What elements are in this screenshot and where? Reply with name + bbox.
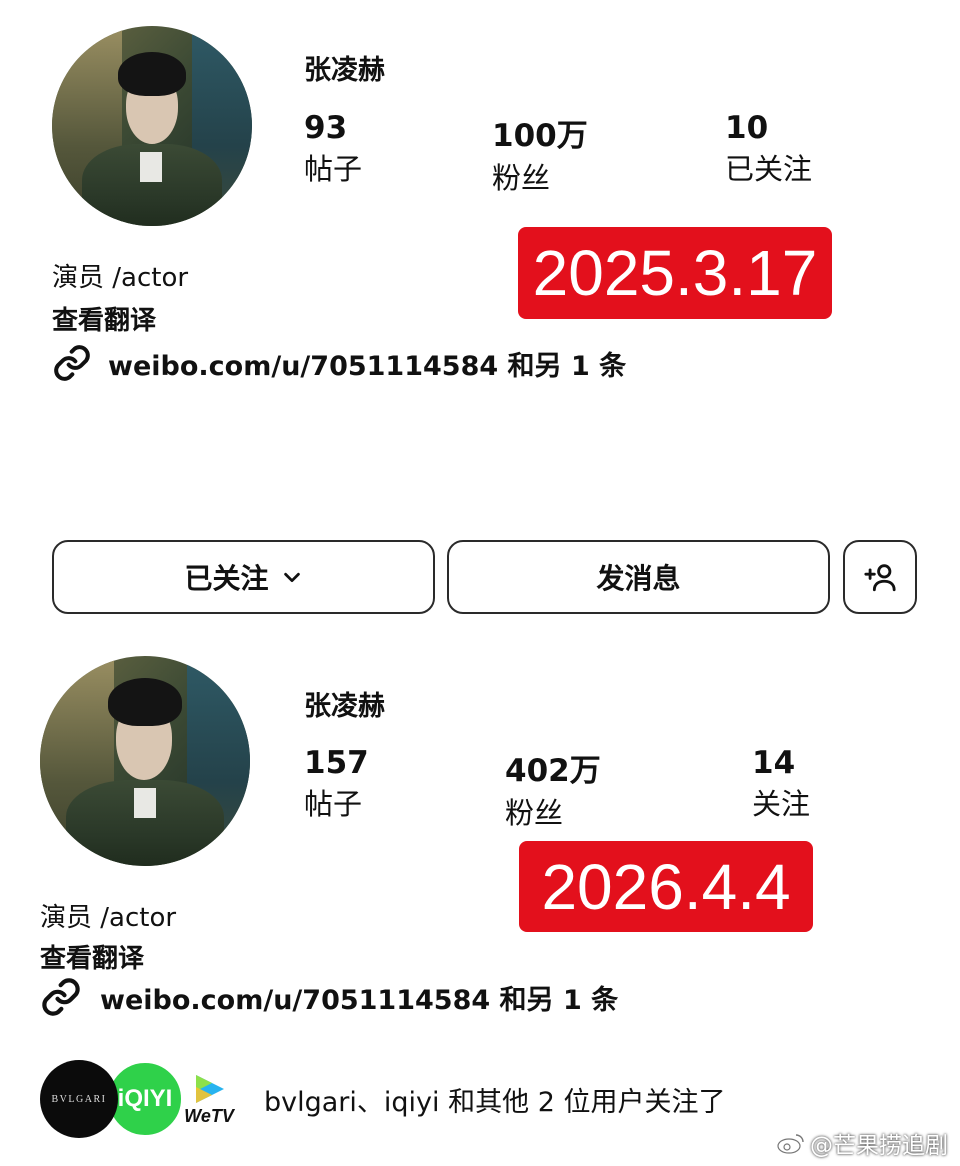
profile-avatar[interactable] (52, 26, 252, 226)
message-button[interactable]: 发消息 (447, 540, 830, 614)
wetv-logo-text: WeTV (184, 1105, 234, 1126)
chevron-down-icon (281, 566, 303, 588)
profile-name: 张凌赫 (304, 691, 385, 722)
stat-posts[interactable]: 157 帖子 (304, 745, 369, 823)
stat-following[interactable]: 10 已关注 (725, 110, 812, 188)
watermark: @芒果捞追剧 (776, 1126, 948, 1160)
weibo-icon (776, 1131, 806, 1155)
profile-avatar[interactable] (40, 656, 250, 866)
profile-name: 张凌赫 (304, 55, 385, 86)
stat-followers-value: 402万 (505, 753, 601, 789)
date-badge: 2026.4.4 (519, 841, 813, 932)
date-badge: 2025.3.17 (518, 227, 832, 319)
stat-posts-value: 157 (304, 745, 369, 781)
profile-bio: 演员 /actor (52, 263, 189, 293)
following-button-label: 已关注 (184, 562, 269, 595)
message-button-label: 发消息 (596, 562, 681, 595)
profile-link-text: weibo.com/u/7051114584 和另 1 条 (108, 350, 627, 382)
stat-following-value: 14 (752, 745, 796, 781)
link-icon (40, 976, 82, 1018)
profile-bio: 演员 /actor (40, 903, 177, 933)
stat-following-value: 10 (725, 110, 769, 146)
profile-link[interactable]: weibo.com/u/7051114584 和另 1 条 (40, 976, 618, 1018)
add-person-icon (863, 560, 897, 594)
followed-by-text: bvlgari、iqiyi 和其他 2 位用户关注了 (264, 1087, 726, 1118)
profile-link[interactable]: weibo.com/u/7051114584 和另 1 条 (52, 343, 626, 383)
following-dropdown-button[interactable]: 已关注 (52, 540, 435, 614)
suggest-user-button[interactable] (843, 540, 917, 614)
see-translation-link[interactable]: 查看翻译 (40, 938, 144, 975)
watermark-text: @芒果捞追剧 (810, 1133, 948, 1159)
stat-following[interactable]: 14 关注 (752, 745, 810, 823)
stat-posts-value: 93 (304, 110, 348, 146)
bvlgari-logo-text: BVLGARI (51, 1093, 107, 1105)
see-translation-link[interactable]: 查看翻译 (52, 300, 156, 337)
stat-posts-label: 帖子 (304, 152, 363, 186)
stat-followers-label: 粉丝 (505, 796, 564, 830)
followed-by-row[interactable]: BVLGARI iQIYI WeTV bvlgari、iqiyi 和其他 2 位… (40, 1058, 760, 1142)
stat-posts[interactable]: 93 帖子 (304, 110, 362, 188)
stat-followers-value: 100万 (492, 118, 588, 154)
wetv-play-icon (190, 1072, 228, 1106)
stat-followers-label: 粉丝 (492, 161, 551, 195)
stat-following-label: 关注 (752, 787, 811, 821)
link-icon (52, 343, 92, 383)
iqiyi-logo-text: iQIYI (117, 1085, 173, 1112)
stat-followers[interactable]: 402万 粉丝 (505, 745, 601, 832)
stat-followers[interactable]: 100万 粉丝 (492, 110, 588, 197)
profile-link-text: weibo.com/u/7051114584 和另 1 条 (100, 984, 619, 1016)
stat-posts-label: 帖子 (304, 787, 363, 821)
stat-following-label: 已关注 (725, 152, 813, 186)
bvlgari-avatar: BVLGARI (40, 1060, 118, 1138)
